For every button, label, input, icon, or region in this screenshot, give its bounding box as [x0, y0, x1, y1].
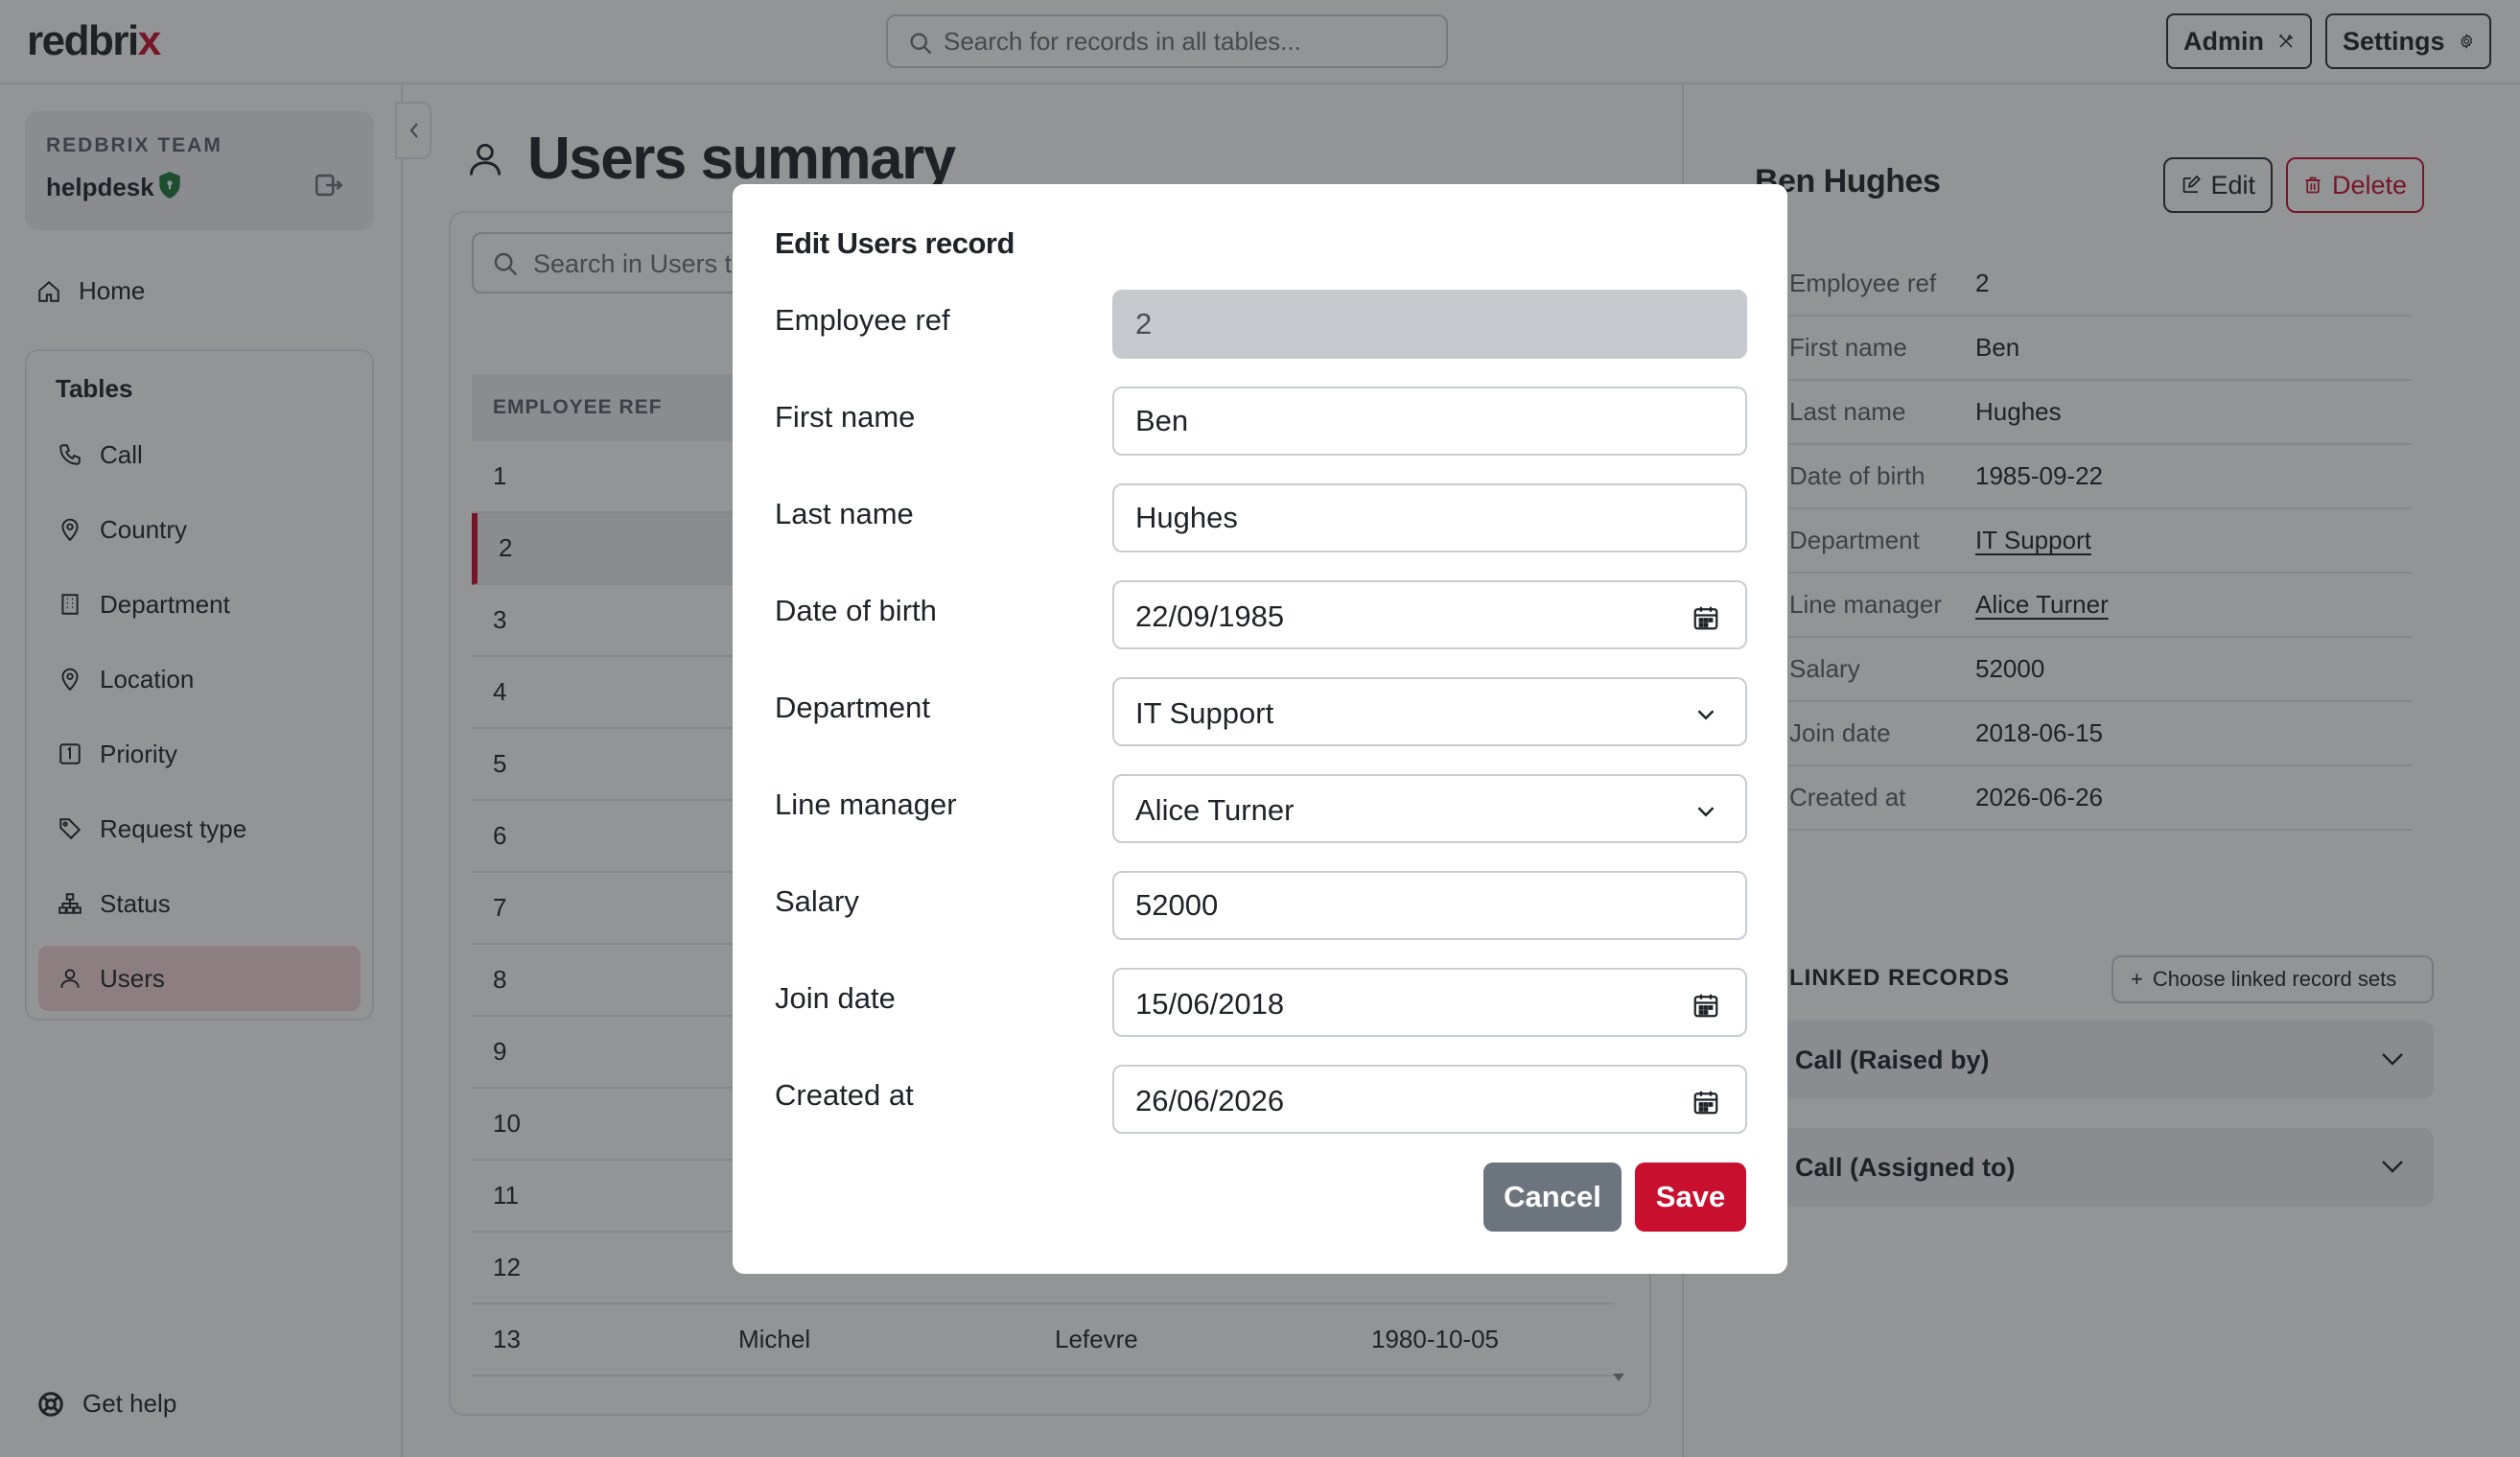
join-date-label: Join date	[775, 981, 896, 1015]
employee-ref-label: Employee ref	[775, 303, 950, 337]
first-name-label: First name	[775, 400, 916, 434]
line-manager-select[interactable]: Alice Turner	[1112, 774, 1747, 843]
save-button[interactable]: Save	[1635, 1163, 1746, 1232]
department-label: Department	[775, 691, 930, 724]
created-at-field[interactable]: 26/06/2026	[1112, 1065, 1747, 1134]
date-of-birth-label: Date of birth	[775, 594, 937, 627]
chevron-down-icon	[1697, 710, 1715, 720]
department-select[interactable]: IT Support	[1112, 677, 1747, 746]
calendar-icon[interactable]	[1692, 1088, 1720, 1116]
date-of-birth-field[interactable]: 22/09/1985	[1112, 580, 1747, 649]
first-name-field[interactable]	[1112, 387, 1747, 456]
modal-title: Edit Users record	[775, 226, 1015, 260]
salary-label: Salary	[775, 884, 859, 918]
chevron-down-icon	[1697, 807, 1715, 817]
created-at-label: Created at	[775, 1078, 914, 1112]
last-name-label: Last name	[775, 497, 914, 530]
last-name-field[interactable]	[1112, 483, 1747, 552]
line-manager-label: Line manager	[775, 787, 957, 821]
calendar-icon[interactable]	[1692, 603, 1720, 632]
edit-record-modal: Edit Users record Employee ref First nam…	[733, 184, 1787, 1274]
calendar-icon[interactable]	[1692, 991, 1720, 1020]
cancel-button[interactable]: Cancel	[1483, 1163, 1622, 1232]
join-date-field[interactable]: 15/06/2018	[1112, 968, 1747, 1037]
employee-ref-field	[1112, 290, 1747, 359]
salary-field[interactable]	[1112, 871, 1747, 940]
